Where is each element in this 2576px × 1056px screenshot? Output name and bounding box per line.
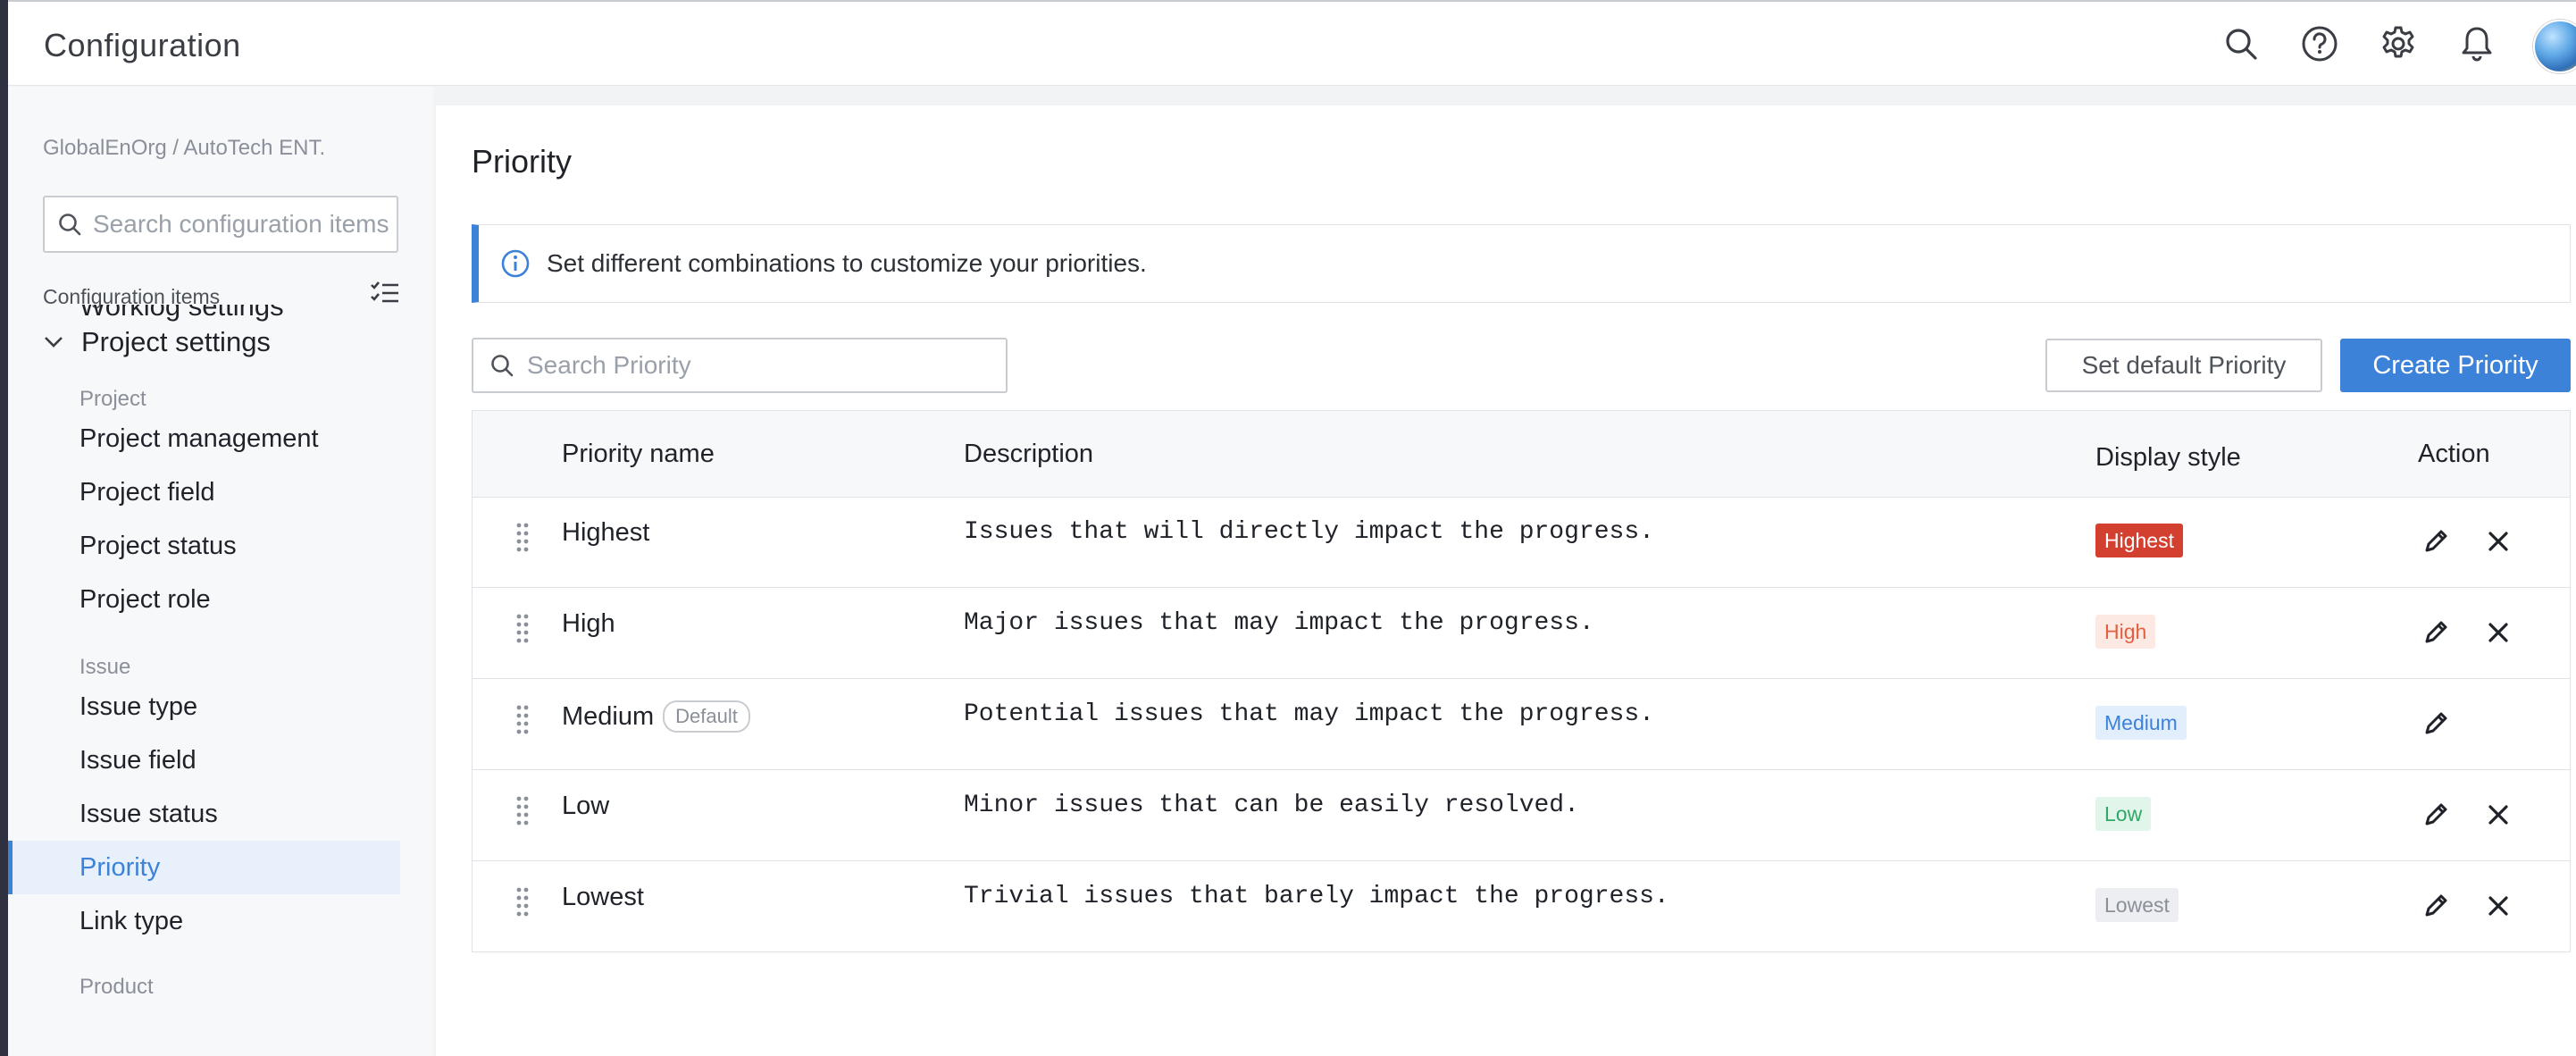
table-row: Low Minor issues that can be easily resol… — [473, 770, 2570, 861]
drag-handle-icon[interactable] — [515, 795, 530, 830]
display-style-badge: Low — [2095, 797, 2152, 831]
drag-handle-icon[interactable] — [515, 613, 530, 648]
nav-item-project-status[interactable]: Project status — [8, 519, 400, 573]
priority-name-cell: High — [562, 609, 615, 639]
priority-search-input[interactable]: Search Priority — [472, 338, 1008, 393]
table-header: Priority name Description Display style … — [473, 411, 2570, 498]
priority-description: Major issues that may impact the progres… — [964, 609, 1594, 637]
drag-handle-icon[interactable] — [515, 522, 530, 557]
priority-name: High — [562, 609, 615, 638]
config-sidebar: GlobalEnOrg / AutoTech ENT. Search confi… — [8, 87, 433, 1056]
window-edge — [0, 0, 8, 1056]
group-label-product: Product — [79, 975, 154, 999]
priority-name: Lowest — [562, 883, 644, 911]
delete-icon[interactable] — [2480, 888, 2516, 924]
bell-icon[interactable] — [2455, 21, 2499, 66]
top-bar: Configuration — [8, 0, 2576, 86]
drag-handle-icon[interactable] — [515, 886, 530, 921]
display-style-badge: High — [2095, 615, 2156, 649]
priority-description: Issues that will directly impact the pro… — [964, 518, 1654, 546]
edit-icon[interactable] — [2418, 888, 2454, 924]
search-icon — [59, 214, 81, 236]
main-panel: Priority Set different combinations to c… — [436, 105, 2576, 1056]
priority-name-cell: Medium Default — [562, 700, 750, 733]
nav-item-project-field[interactable]: Project field — [8, 465, 400, 519]
edit-icon[interactable] — [2418, 615, 2454, 650]
display-style-badge: Lowest — [2095, 888, 2179, 922]
col-description: Description — [964, 440, 1094, 468]
priority-name-cell: Lowest — [562, 883, 644, 912]
group-label-issue: Issue — [79, 655, 131, 679]
app-title: Configuration — [44, 27, 241, 63]
priority-name: Low — [562, 792, 610, 820]
table-row: Lowest Trivial issues that barely impact … — [473, 861, 2570, 952]
config-search-placeholder: Search configuration items — [93, 210, 389, 238]
delete-icon[interactable] — [2480, 797, 2516, 833]
nav-item-issue-type[interactable]: Issue type — [8, 680, 400, 733]
col-priority-name: Priority name — [562, 440, 715, 468]
info-icon — [501, 249, 530, 278]
priority-table: Priority name Description Display style … — [472, 410, 2571, 952]
set-default-priority-button[interactable]: Set default Priority — [2045, 339, 2322, 392]
table-row: Medium Default Potential issues that may i… — [473, 679, 2570, 770]
col-action: Action — [2418, 440, 2490, 468]
create-priority-button[interactable]: Create Priority — [2340, 339, 2571, 392]
group-label-project: Project — [79, 387, 146, 411]
info-banner: Set different combinations to customize … — [472, 224, 2571, 303]
priority-name-cell: Highest — [562, 518, 649, 548]
page-title: Priority — [472, 143, 573, 180]
table-row: High Major issues that may impact the pro… — [473, 588, 2570, 679]
search-icon[interactable] — [2219, 21, 2263, 66]
nav-item-project-role[interactable]: Project role — [8, 573, 400, 626]
edit-icon[interactable] — [2418, 797, 2454, 833]
collapse-list-icon[interactable] — [369, 280, 401, 311]
edit-icon[interactable] — [2418, 524, 2454, 559]
info-text: Set different combinations to customize … — [547, 249, 1147, 277]
col-display-style: Display style — [2095, 443, 2241, 472]
nav-item-worklog-settings[interactable]: Worklog settings — [79, 305, 284, 323]
drag-handle-icon[interactable] — [515, 704, 530, 739]
nav-item-issue-field[interactable]: Issue field — [8, 733, 400, 787]
default-tag: Default — [663, 700, 750, 733]
table-row: Highest Issues that will directly impact … — [473, 497, 2570, 588]
chevron-down-icon — [45, 337, 63, 348]
priority-description: Potential issues that may impact the pro… — [964, 700, 1654, 728]
section-label: Project settings — [81, 326, 271, 357]
gear-icon[interactable] — [2376, 21, 2421, 66]
config-search-input[interactable]: Search configuration items — [43, 196, 398, 253]
search-icon — [491, 355, 514, 377]
priority-description: Minor issues that can be easily resolved… — [964, 792, 1579, 819]
edit-icon[interactable] — [2418, 706, 2454, 742]
display-style-badge: Medium — [2095, 706, 2187, 740]
delete-icon[interactable] — [2480, 524, 2516, 559]
priority-name: Highest — [562, 518, 650, 547]
nav-item-project-management[interactable]: Project management — [8, 412, 400, 465]
priority-search-placeholder: Search Priority — [527, 351, 691, 379]
user-avatar[interactable] — [2533, 20, 2576, 73]
nav-item-issue-status[interactable]: Issue status — [8, 787, 400, 841]
help-icon[interactable] — [2297, 21, 2342, 66]
priority-name-cell: Low — [562, 792, 609, 821]
display-style-badge: Highest — [2095, 524, 2183, 557]
breadcrumb: GlobalEnOrg / AutoTech ENT. — [43, 136, 326, 160]
delete-icon[interactable] — [2480, 615, 2516, 650]
nav-item-link-type[interactable]: Link type — [8, 894, 400, 948]
nav-item-priority[interactable]: Priority — [8, 841, 400, 894]
priority-description: Trivial issues that barely impact the pr… — [964, 883, 1669, 910]
project-settings-section[interactable]: Project settings — [44, 326, 271, 358]
priority-name: Medium — [562, 701, 655, 731]
